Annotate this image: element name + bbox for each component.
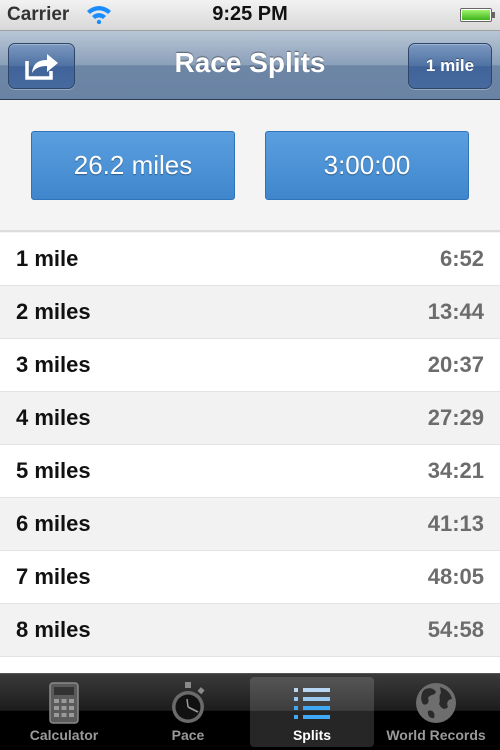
split-row[interactable]: 2 miles 13:44 bbox=[0, 286, 500, 339]
tab-label: Calculator bbox=[29, 727, 99, 743]
split-distance: 8 miles bbox=[16, 617, 91, 642]
splits-list[interactable]: 1 mile 6:52 2 miles 13:44 3 miles 20:37 4 mile… bbox=[0, 233, 500, 673]
split-row[interactable]: 3 miles 20:37 bbox=[0, 339, 500, 392]
split-distance: 7 miles bbox=[16, 564, 91, 589]
status-time: 9:25 PM bbox=[212, 3, 288, 25]
split-time: 34:21 bbox=[427, 458, 484, 483]
tab-label: World Records bbox=[386, 727, 486, 743]
split-distance: 6 miles bbox=[16, 511, 91, 536]
split-time: 6:52 bbox=[439, 246, 484, 271]
race-inputs: 26.2 miles 3:00:00 bbox=[0, 100, 500, 232]
split-row[interactable]: 5 miles 34:21 bbox=[0, 445, 500, 498]
list-icon bbox=[294, 688, 330, 719]
split-distance: 2 miles bbox=[16, 299, 91, 324]
tab-splits[interactable]: Splits bbox=[250, 677, 374, 747]
distance-button[interactable]: 26.2 miles bbox=[31, 131, 235, 200]
split-row[interactable]: 7 miles 48:05 bbox=[0, 551, 500, 604]
split-time: 54:58 bbox=[427, 617, 484, 642]
split-time: 48:05 bbox=[427, 564, 484, 589]
navigation-bar: Race Splits 1 mile bbox=[0, 31, 500, 100]
tab-world-records[interactable]: World Records bbox=[374, 677, 498, 747]
split-row[interactable]: 6 miles 41:13 bbox=[0, 498, 500, 551]
split-row[interactable]: 1 mile 6:52 bbox=[0, 233, 500, 286]
split-distance: 5 miles bbox=[16, 458, 91, 483]
split-distance: 3 miles bbox=[16, 352, 91, 377]
time-button[interactable]: 3:00:00 bbox=[265, 131, 469, 200]
tab-label: Splits bbox=[292, 727, 332, 743]
split-distance: 1 mile bbox=[16, 246, 79, 271]
split-time: 20:37 bbox=[427, 352, 484, 377]
tab-label: Pace bbox=[171, 727, 205, 743]
calculator-icon bbox=[49, 682, 79, 724]
split-time: 13:44 bbox=[427, 299, 484, 324]
battery-icon bbox=[460, 8, 495, 22]
status-bar: Carrier 9:25 PM bbox=[0, 0, 500, 31]
tab-calculator[interactable]: Calculator bbox=[2, 677, 126, 747]
split-unit-button[interactable]: 1 mile bbox=[408, 43, 492, 89]
globe-icon bbox=[416, 683, 456, 723]
tab-pace[interactable]: Pace bbox=[126, 677, 250, 747]
tab-bar: Calculator Pace Splits World Records bbox=[0, 673, 500, 750]
split-time: 41:13 bbox=[427, 511, 484, 536]
split-row[interactable]: 8 miles 54:58 bbox=[0, 604, 500, 657]
stopwatch-icon bbox=[172, 682, 205, 723]
split-row[interactable]: 4 miles 27:29 bbox=[0, 392, 500, 445]
split-distance: 4 miles bbox=[16, 405, 91, 430]
split-time: 27:29 bbox=[427, 405, 484, 430]
